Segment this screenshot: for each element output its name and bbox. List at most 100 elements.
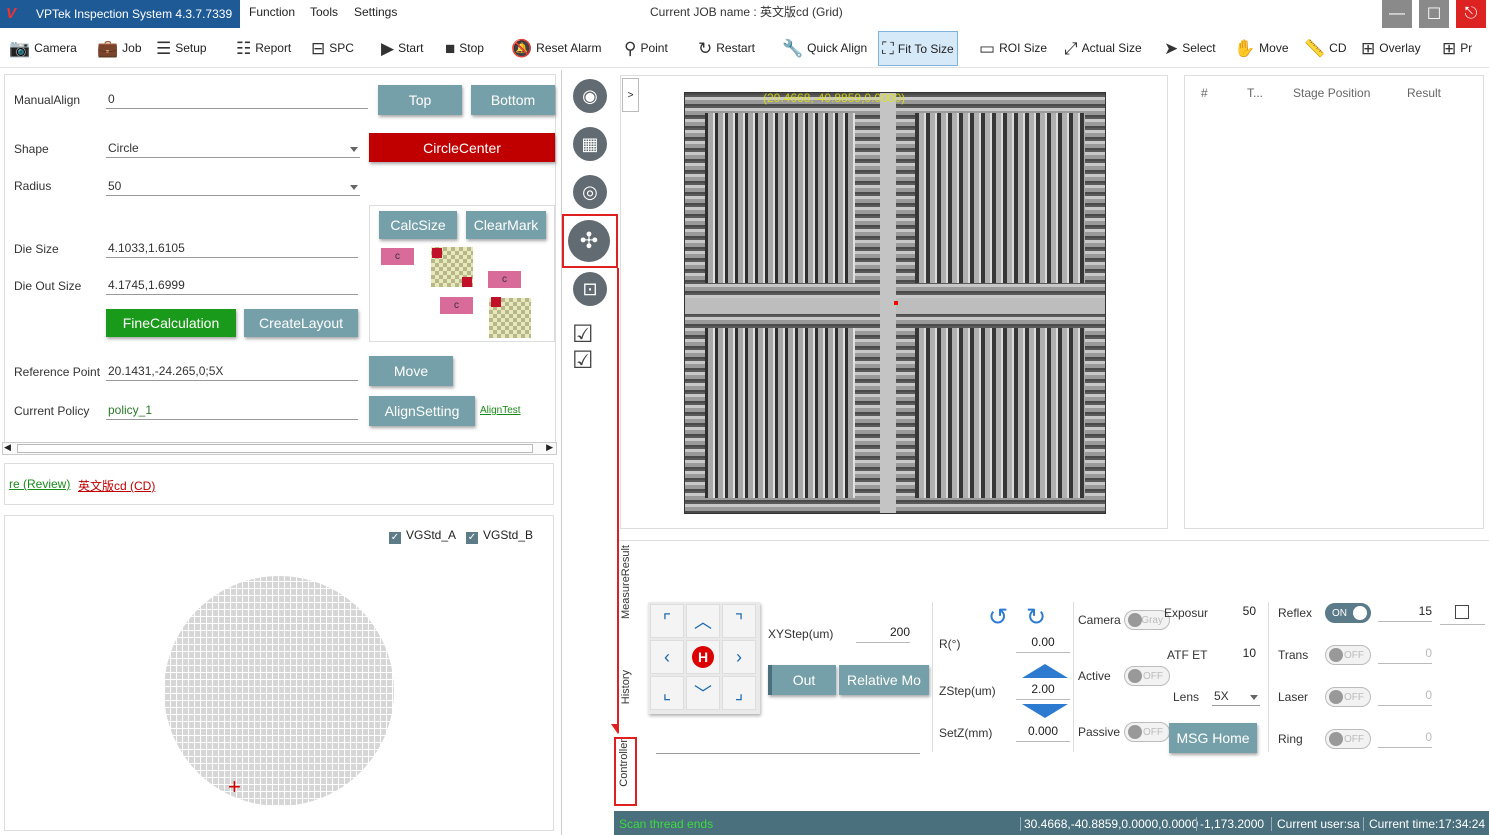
- jog-home-button[interactable]: H: [686, 640, 720, 674]
- xystep-input[interactable]: 200: [856, 625, 910, 643]
- menu-settings[interactable]: Settings: [354, 5, 397, 19]
- reset-alarm-button[interactable]: 🔕 Reset Alarm: [511, 30, 602, 66]
- circle-center-button[interactable]: CircleCenter: [369, 133, 555, 162]
- scrollbar-thumb[interactable]: [17, 444, 533, 453]
- vgstd-b-checkbox[interactable]: ✓ VGStd_B: [466, 528, 533, 544]
- atf-et-input[interactable]: 10: [1214, 646, 1256, 664]
- relative-move-button[interactable]: Relative Mo: [839, 665, 929, 695]
- msg-home-button[interactable]: MSG Home: [1169, 723, 1257, 753]
- reflex-checkbox[interactable]: [1455, 605, 1469, 619]
- roi-size-button[interactable]: ▭ ROI Size: [979, 30, 1047, 66]
- z-down-icon[interactable]: [1022, 704, 1068, 718]
- jog-up-right-button[interactable]: ⌝: [722, 604, 756, 638]
- camera-capture-icon[interactable]: ◉: [573, 79, 607, 113]
- current-policy-field[interactable]: policy_1: [106, 402, 358, 420]
- results-col-stage-position[interactable]: Stage Position: [1293, 86, 1370, 100]
- results-col-index[interactable]: #: [1201, 86, 1208, 100]
- horizontal-scrollbar[interactable]: ◀ ▶: [2, 442, 557, 455]
- create-layout-button[interactable]: CreateLayout: [244, 309, 358, 337]
- wafer-grid-icon[interactable]: ▦: [573, 127, 607, 161]
- actual-size-button[interactable]: ⤢ Actual Size: [1064, 30, 1142, 66]
- manual-align-input[interactable]: 0: [106, 91, 368, 109]
- menu-tools[interactable]: Tools: [310, 5, 338, 19]
- jog-left-button[interactable]: ‹: [650, 640, 684, 674]
- trans-input[interactable]: 0: [1378, 646, 1432, 664]
- point-button[interactable]: ⚲ Point: [624, 30, 668, 66]
- reflex-input[interactable]: 15: [1378, 604, 1432, 622]
- lens-select[interactable]: 5X: [1212, 688, 1260, 706]
- image-frame-icon[interactable]: ⊡: [573, 272, 607, 306]
- die-size-field[interactable]: 4.1033,1.6105: [106, 240, 358, 258]
- results-col-type[interactable]: T...: [1247, 86, 1263, 100]
- vgstd-a-checkbox[interactable]: ✓ VGStd_A: [389, 528, 456, 544]
- report-button[interactable]: ☷ Report: [236, 30, 291, 66]
- spc-button[interactable]: ⊟ SPC: [311, 30, 354, 66]
- rotate-cw-icon[interactable]: ↻: [1026, 603, 1046, 632]
- die-out-size-field[interactable]: 4.1745,1.6999: [106, 277, 358, 295]
- controller-tool-icon[interactable]: ✣: [568, 220, 610, 262]
- align-test-link[interactable]: AlignTest: [480, 405, 521, 416]
- setup-button[interactable]: ☰ Setup: [156, 30, 207, 66]
- die-inspection-image[interactable]: (20.4668,-40.8859,0.0000): [684, 91, 1106, 514]
- reflex-toggle[interactable]: ON: [1325, 603, 1371, 623]
- scroll-left-icon[interactable]: ◀: [4, 442, 11, 453]
- jog-up-button[interactable]: ︿: [686, 604, 720, 638]
- clear-mark-button[interactable]: ClearMark: [466, 211, 546, 239]
- camera-button[interactable]: 📷 Camera: [9, 30, 77, 66]
- menu-function[interactable]: Function: [249, 5, 295, 19]
- fit-to-size-button[interactable]: ⛶ Fit To Size: [878, 31, 958, 66]
- select-button[interactable]: ➤ Select: [1164, 30, 1216, 66]
- align-setting-button[interactable]: AlignSetting: [369, 396, 475, 426]
- quick-align-button[interactable]: 🔧 Quick Align: [782, 30, 867, 66]
- jog-down-right-button[interactable]: ⌟: [722, 676, 756, 710]
- z-up-icon[interactable]: [1022, 664, 1068, 678]
- restart-button[interactable]: ↻ Restart: [698, 30, 755, 66]
- trans-toggle[interactable]: OFF: [1325, 645, 1371, 665]
- pr-button[interactable]: ⊞ Pr: [1442, 30, 1472, 66]
- scroll-right-icon[interactable]: ▶: [546, 442, 553, 453]
- shape-select[interactable]: Circle: [106, 140, 360, 158]
- ring-toggle[interactable]: OFF: [1325, 729, 1371, 749]
- wafer-map[interactable]: [164, 576, 394, 806]
- radius-select[interactable]: 50: [106, 178, 360, 196]
- jog-up-left-button[interactable]: ⌜: [650, 604, 684, 638]
- laser-input[interactable]: 0: [1378, 688, 1432, 706]
- passive-toggle[interactable]: OFF: [1124, 722, 1170, 742]
- wafer-scan-icon[interactable]: ◎: [573, 175, 607, 209]
- exposure-input[interactable]: 50: [1214, 604, 1256, 622]
- review-link[interactable]: re (Review): [9, 477, 70, 491]
- cd-button[interactable]: 📏 CD: [1304, 30, 1347, 66]
- out-button[interactable]: Out: [768, 665, 836, 695]
- setz-input[interactable]: 0.000: [1016, 724, 1070, 742]
- active-toggle[interactable]: OFF: [1124, 666, 1170, 686]
- laser-toggle[interactable]: OFF: [1325, 687, 1371, 707]
- move-button[interactable]: ✋ Move: [1234, 30, 1289, 66]
- jog-right-button[interactable]: ›: [722, 640, 756, 674]
- start-button[interactable]: ▶ Start: [381, 30, 423, 66]
- maximize-button[interactable]: ☐: [1419, 0, 1449, 28]
- exit-button[interactable]: ⎋: [1456, 0, 1486, 28]
- rotation-input[interactable]: 0.00: [1016, 635, 1070, 653]
- fine-calculation-button[interactable]: FineCalculation: [106, 309, 236, 337]
- calc-size-button[interactable]: CalcSize: [379, 211, 457, 239]
- rotate-ccw-icon[interactable]: ↺: [988, 603, 1008, 632]
- tab-controller[interactable]: Controller: [614, 737, 637, 806]
- tab-history[interactable]: History: [620, 670, 638, 716]
- minimize-button[interactable]: —: [1382, 0, 1412, 28]
- tab-measure-result[interactable]: MeasureResult: [620, 545, 638, 629]
- bottom-button[interactable]: Bottom: [471, 85, 555, 115]
- top-button[interactable]: Top: [378, 85, 462, 115]
- results-col-result[interactable]: Result: [1407, 86, 1441, 100]
- jog-down-button[interactable]: ﹀: [686, 676, 720, 710]
- job-button[interactable]: 💼 Job: [97, 30, 142, 66]
- cd-link[interactable]: 英文版cd (CD): [78, 477, 155, 494]
- expand-panel-button[interactable]: >: [622, 78, 639, 112]
- move-align-button[interactable]: Move: [369, 356, 453, 386]
- ring-input[interactable]: 0: [1378, 730, 1432, 748]
- checklist-icon[interactable]: ☑ ☑: [572, 322, 594, 374]
- stop-button[interactable]: ■ Stop: [445, 30, 484, 66]
- overlay-button[interactable]: ⊞ Overlay: [1361, 30, 1421, 66]
- jog-down-left-button[interactable]: ⌞: [650, 676, 684, 710]
- zstep-input[interactable]: 2.00: [1016, 682, 1070, 700]
- reference-point-field[interactable]: 20.1431,-24.265,0;5X: [106, 363, 358, 381]
